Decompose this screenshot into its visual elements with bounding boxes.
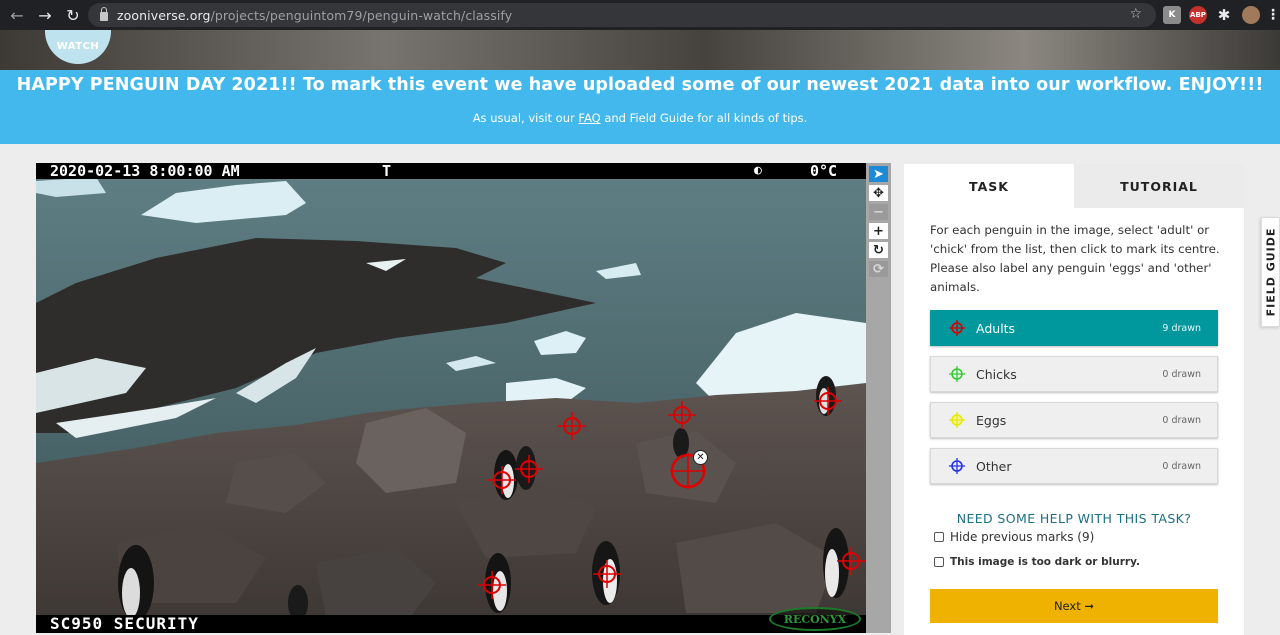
adult-marker[interactable]	[668, 401, 696, 429]
profile-avatar[interactable]	[1242, 6, 1260, 24]
crosshair-icon	[949, 458, 965, 474]
hide-marks-label: Hide previous marks (9)	[950, 530, 1095, 544]
half-moon-icon: ◐	[754, 163, 762, 178]
extension-k-icon[interactable]: K	[1163, 6, 1181, 24]
project-logo[interactable]: WATCH	[45, 30, 111, 64]
reload-icon[interactable]: ↻	[62, 4, 84, 26]
hide-marks-checkbox[interactable]	[934, 532, 944, 542]
field-guide-tab[interactable]: FIELD GUIDE	[1261, 217, 1280, 327]
tool-count: 0 drawn	[1162, 368, 1201, 380]
zoom-in-icon[interactable]: +	[869, 223, 888, 239]
camera-footer-bar: SC950 SECURITY	[36, 615, 866, 633]
crosshair-icon	[949, 412, 965, 428]
tool-count: 0 drawn	[1162, 414, 1201, 426]
rotate-icon[interactable]: ↻	[869, 242, 888, 258]
tool-eggs[interactable]: Eggs 0 drawn	[930, 402, 1218, 438]
image-toolbar: ➤ ✥ − + ↻ ⟳	[866, 163, 891, 633]
reconyx-logo: RECONYX	[769, 607, 861, 631]
too-dark-checkbox-row[interactable]: This image is too dark or blurry.	[934, 556, 1140, 568]
too-dark-label: This image is too dark or blurry.	[950, 556, 1140, 568]
tool-label: Eggs	[976, 412, 1007, 428]
url-text: zooniverse.org/projects/penguintom79/pen…	[117, 7, 513, 23]
address-bar[interactable]: zooniverse.org/projects/penguintom79/pen…	[88, 3, 1156, 27]
announcement-banner: HAPPY PENGUIN DAY 2021!! To mark this ev…	[0, 70, 1280, 144]
subject-image[interactable]: ✕ 2020-02-13 8:00:00 AM T ◐ 0°C SC950 SE…	[36, 163, 866, 633]
tab-tutorial[interactable]: TUTORIAL	[1074, 164, 1244, 208]
bookmark-star-icon[interactable]: ☆	[1129, 6, 1142, 22]
tool-label: Adults	[976, 320, 1016, 336]
camera-temp-flag: T	[382, 163, 392, 180]
camera-temperature: 0°C	[810, 163, 838, 180]
move-icon[interactable]: ✥	[869, 185, 888, 201]
adult-marker[interactable]	[593, 560, 621, 588]
too-dark-checkbox[interactable]	[934, 557, 944, 567]
tool-label: Other	[976, 458, 1012, 474]
faq-link[interactable]: FAQ	[578, 111, 600, 125]
adult-marker[interactable]	[515, 455, 543, 483]
adult-marker[interactable]	[558, 412, 586, 440]
banner-subtext: As usual, visit our FAQ and Field Guide …	[472, 111, 808, 125]
task-instructions: For each penguin in the image, select 'a…	[930, 223, 1220, 294]
pointer-icon[interactable]: ➤	[869, 166, 888, 182]
help-link[interactable]: NEED SOME HELP WITH THIS TASK?	[904, 511, 1244, 526]
back-icon[interactable]: ←	[6, 4, 28, 26]
delete-mark-icon[interactable]: ✕	[693, 450, 708, 465]
menu-dots-icon[interactable]: ⋮	[1264, 6, 1280, 24]
tool-label: Chicks	[976, 366, 1017, 382]
browser-toolbar: ← → ↻ zooniverse.org/projects/penguintom…	[0, 0, 1280, 30]
adult-marker[interactable]	[478, 571, 506, 599]
crosshair-icon	[949, 366, 965, 382]
camera-timestamp-bar: 2020-02-13 8:00:00 AM T ◐ 0°C	[36, 163, 866, 179]
camera-model: SC950 SECURITY	[50, 614, 199, 633]
lock-icon	[100, 6, 108, 21]
hide-marks-checkbox-row[interactable]: Hide previous marks (9)	[934, 530, 1094, 544]
camera-datetime: 2020-02-13 8:00:00 AM	[50, 163, 240, 180]
penguin-photo	[36, 163, 866, 633]
tool-chicks[interactable]: Chicks 0 drawn	[930, 356, 1218, 392]
zoom-out-icon[interactable]: −	[869, 204, 888, 220]
tool-count: 0 drawn	[1162, 460, 1201, 472]
adblock-icon[interactable]: ABP	[1189, 6, 1207, 24]
banner-headline: HAPPY PENGUIN DAY 2021!! To mark this ev…	[16, 75, 1264, 95]
task-panel: TASK TUTORIAL For each penguin in the im…	[904, 164, 1244, 635]
tool-count: 9 drawn	[1162, 322, 1201, 334]
next-button[interactable]: Next ➞	[930, 589, 1218, 623]
reset-icon[interactable]: ⟳	[869, 261, 888, 277]
tool-other[interactable]: Other 0 drawn	[930, 448, 1218, 484]
crosshair-icon	[949, 320, 965, 336]
adult-marker[interactable]	[837, 547, 865, 575]
puzzle-extensions-icon[interactable]: ✱	[1215, 6, 1233, 24]
project-hero: WATCH	[0, 30, 1280, 70]
tool-adults[interactable]: Adults 9 drawn	[930, 310, 1218, 346]
task-tabs: TASK TUTORIAL	[904, 164, 1244, 208]
adult-marker[interactable]	[814, 387, 842, 415]
tab-task[interactable]: TASK	[904, 164, 1074, 208]
adult-marker[interactable]	[488, 466, 516, 494]
forward-icon[interactable]: →	[34, 4, 56, 26]
